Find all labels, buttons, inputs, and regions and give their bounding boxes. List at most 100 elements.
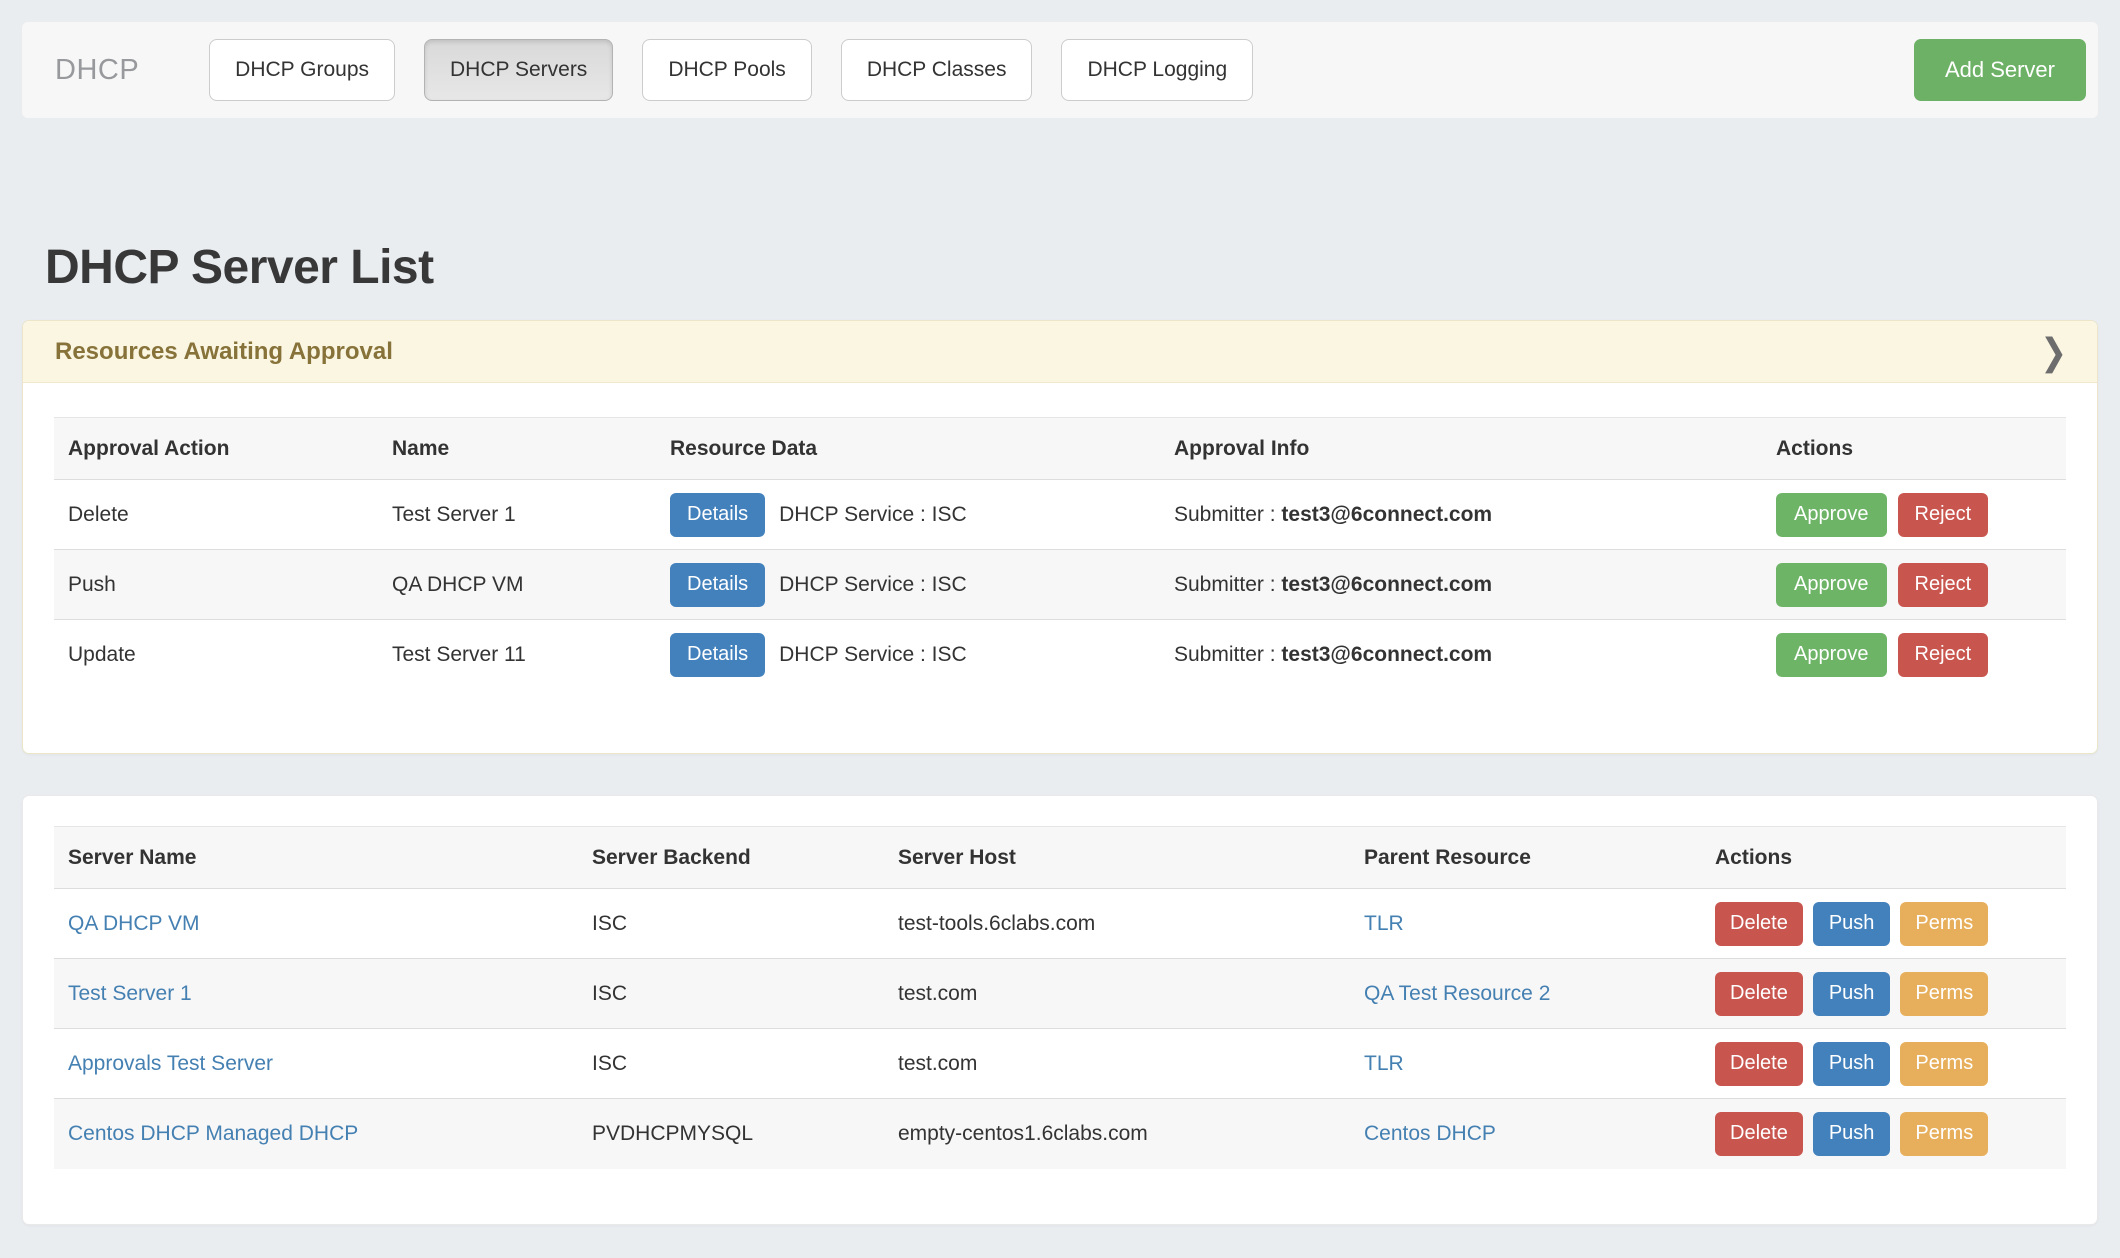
server-name-link[interactable]: Test Server 1 [68, 982, 192, 1005]
approval-name-cell: Test Server 11 [378, 620, 656, 690]
delete-button[interactable]: Delete [1715, 902, 1803, 946]
dhcp-server-list-panel: Server Name Server Backend Server Host P… [22, 795, 2098, 1225]
perms-button[interactable]: Perms [1900, 972, 1988, 1016]
approval-action-cell: Push [54, 550, 378, 620]
resource-data-text: DHCP Service : ISC [779, 503, 967, 527]
dhcp-section-label: DHCP [55, 54, 139, 87]
details-button[interactable]: Details [670, 563, 765, 607]
col-server-name: Server Name [54, 827, 578, 889]
col-resource-data: Resource Data [656, 418, 1160, 480]
server-host-cell: test.com [884, 959, 1350, 1029]
server-list-table: Server Name Server Backend Server Host P… [54, 826, 2066, 1169]
tab-dhcp-groups[interactable]: DHCP Groups [209, 39, 395, 101]
approval-row: Update Test Server 11 Details DHCP Servi… [54, 620, 2066, 690]
perms-button[interactable]: Perms [1900, 902, 1988, 946]
reject-button[interactable]: Reject [1898, 633, 1989, 677]
dhcp-tab-group: DHCP Groups DHCP Servers DHCP Pools DHCP… [209, 39, 1253, 101]
approval-action-cell: Delete [54, 480, 378, 550]
approve-button[interactable]: Approve [1776, 493, 1887, 537]
approval-table: Approval Action Name Resource Data Appro… [54, 417, 2066, 690]
approve-button[interactable]: Approve [1776, 563, 1887, 607]
approval-info-cell: Submitter : test3@6connect.com [1160, 550, 1762, 620]
col-server-host: Server Host [884, 827, 1350, 889]
col-approval-info: Approval Info [1160, 418, 1762, 480]
approval-info-cell: Submitter : test3@6connect.com [1160, 480, 1762, 550]
submitter-email: test3@6connect.com [1281, 643, 1492, 666]
submitter-label: Submitter : [1174, 573, 1276, 596]
add-server-button[interactable]: Add Server [1914, 39, 2086, 101]
resource-data-cell: Details DHCP Service : ISC [656, 550, 1160, 620]
push-button[interactable]: Push [1813, 1042, 1891, 1086]
tab-dhcp-pools[interactable]: DHCP Pools [642, 39, 812, 101]
approve-button[interactable]: Approve [1776, 633, 1887, 677]
push-button[interactable]: Push [1813, 902, 1891, 946]
approval-name-cell: Test Server 1 [378, 480, 656, 550]
server-host-cell: test.com [884, 1029, 1350, 1099]
tab-dhcp-classes[interactable]: DHCP Classes [841, 39, 1033, 101]
reject-button[interactable]: Reject [1898, 563, 1989, 607]
details-button[interactable]: Details [670, 633, 765, 677]
parent-resource-link[interactable]: Centos DHCP [1364, 1122, 1496, 1145]
approval-action-cell: Update [54, 620, 378, 690]
submitter-email: test3@6connect.com [1281, 573, 1492, 596]
approval-panel-header[interactable]: Resources Awaiting Approval ❯ [23, 321, 2097, 383]
resource-data-text: DHCP Service : ISC [779, 573, 967, 597]
perms-button[interactable]: Perms [1900, 1112, 1988, 1156]
parent-resource-link[interactable]: TLR [1364, 912, 1404, 935]
details-button[interactable]: Details [670, 493, 765, 537]
server-backend-cell: ISC [578, 889, 884, 959]
server-backend-cell: PVDHCPMYSQL [578, 1099, 884, 1169]
approval-name-cell: QA DHCP VM [378, 550, 656, 620]
approval-actions-cell: ApproveReject [1762, 620, 2066, 690]
server-actions-cell: DeletePushPerms [1701, 889, 2066, 959]
approval-actions-cell: ApproveReject [1762, 480, 2066, 550]
col-server-backend: Server Backend [578, 827, 884, 889]
server-table-header-row: Server Name Server Backend Server Host P… [54, 827, 2066, 889]
submitter-email: test3@6connect.com [1281, 503, 1492, 526]
server-row: Test Server 1 ISC test.com QA Test Resou… [54, 959, 2066, 1029]
approval-row: Push QA DHCP VM Details DHCP Service : I… [54, 550, 2066, 620]
delete-button[interactable]: Delete [1715, 972, 1803, 1016]
server-name-link[interactable]: QA DHCP VM [68, 912, 199, 935]
col-server-actions: Actions [1701, 827, 2066, 889]
approval-panel-title: Resources Awaiting Approval [55, 338, 393, 366]
server-backend-cell: ISC [578, 1029, 884, 1099]
col-name: Name [378, 418, 656, 480]
resource-data-text: DHCP Service : ISC [779, 643, 967, 667]
server-name-link[interactable]: Centos DHCP Managed DHCP [68, 1122, 358, 1145]
push-button[interactable]: Push [1813, 972, 1891, 1016]
chevron-right-icon[interactable]: ❯ [2040, 333, 2067, 370]
delete-button[interactable]: Delete [1715, 1112, 1803, 1156]
parent-resource-link[interactable]: QA Test Resource 2 [1364, 982, 1550, 1005]
server-actions-cell: DeletePushPerms [1701, 1029, 2066, 1099]
reject-button[interactable]: Reject [1898, 493, 1989, 537]
approval-row: Delete Test Server 1 Details DHCP Servic… [54, 480, 2066, 550]
approval-info-cell: Submitter : test3@6connect.com [1160, 620, 1762, 690]
tab-dhcp-logging[interactable]: DHCP Logging [1061, 39, 1253, 101]
push-button[interactable]: Push [1813, 1112, 1891, 1156]
server-row: QA DHCP VM ISC test-tools.6clabs.com TLR… [54, 889, 2066, 959]
resource-data-cell: Details DHCP Service : ISC [656, 480, 1160, 550]
server-host-cell: empty-centos1.6clabs.com [884, 1099, 1350, 1169]
approval-table-header-row: Approval Action Name Resource Data Appro… [54, 418, 2066, 480]
server-name-link[interactable]: Approvals Test Server [68, 1052, 273, 1075]
tab-dhcp-servers[interactable]: DHCP Servers [424, 39, 613, 101]
approval-actions-cell: ApproveReject [1762, 550, 2066, 620]
server-actions-cell: DeletePushPerms [1701, 1099, 2066, 1169]
page-title: DHCP Server List [45, 240, 434, 295]
resource-data-cell: Details DHCP Service : ISC [656, 620, 1160, 690]
server-row: Centos DHCP Managed DHCP PVDHCPMYSQL emp… [54, 1099, 2066, 1169]
submitter-label: Submitter : [1174, 643, 1276, 666]
server-backend-cell: ISC [578, 959, 884, 1029]
resources-awaiting-approval-panel: Resources Awaiting Approval ❯ Approval A… [22, 320, 2098, 754]
server-host-cell: test-tools.6clabs.com [884, 889, 1350, 959]
parent-resource-link[interactable]: TLR [1364, 1052, 1404, 1075]
submitter-label: Submitter : [1174, 503, 1276, 526]
server-actions-cell: DeletePushPerms [1701, 959, 2066, 1029]
delete-button[interactable]: Delete [1715, 1042, 1803, 1086]
col-approval-action: Approval Action [54, 418, 378, 480]
col-actions: Actions [1762, 418, 2066, 480]
server-row: Approvals Test Server ISC test.com TLR D… [54, 1029, 2066, 1099]
col-parent-resource: Parent Resource [1350, 827, 1701, 889]
perms-button[interactable]: Perms [1900, 1042, 1988, 1086]
